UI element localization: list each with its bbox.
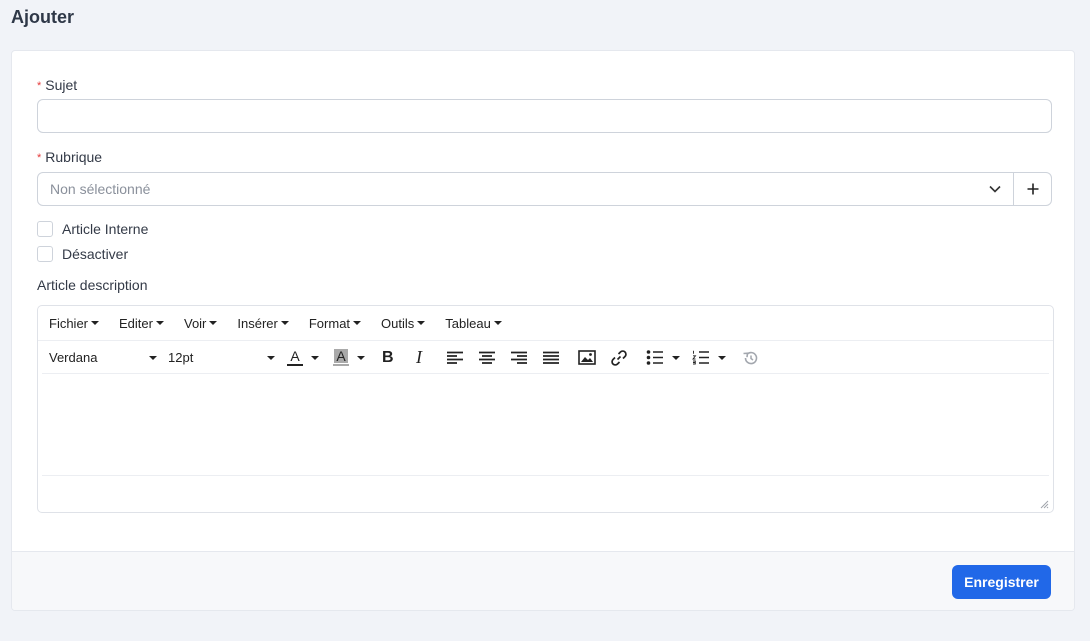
history-button[interactable]	[742, 341, 759, 374]
text-color-glyph: A	[290, 348, 300, 364]
align-center-icon	[479, 351, 495, 364]
bullet-list-icon	[646, 350, 663, 365]
font-size-select[interactable]: 12pt	[168, 341, 275, 374]
page-title: Ajouter	[11, 7, 74, 27]
article-interne-label: Article Interne	[62, 221, 149, 237]
rich-text-editor: Fichier Editer Voir Insérer Format Outil…	[37, 305, 1054, 513]
align-right-icon	[511, 351, 527, 364]
history-icon	[743, 351, 758, 364]
highlight-color-icon: A	[332, 349, 350, 366]
editor-statusbar	[42, 475, 1049, 511]
align-right-button[interactable]	[510, 341, 528, 374]
plus-icon	[1027, 183, 1038, 195]
highlight-glyph: A	[334, 348, 348, 364]
caret-down-icon	[357, 355, 365, 360]
menu-voir[interactable]: Voir	[183, 315, 218, 331]
insert-image-button[interactable]	[578, 341, 596, 374]
menu-label: Outils	[381, 315, 415, 331]
align-center-button[interactable]	[478, 341, 496, 374]
align-justify-icon	[543, 351, 559, 364]
editor-menubar: Fichier Editer Voir Insérer Format Outil…	[38, 306, 1053, 341]
menu-label: Insérer	[237, 315, 278, 331]
link-icon	[611, 349, 627, 366]
rubrique-selected-value: Non sélectionné	[50, 181, 151, 197]
description-label: Article description	[37, 277, 148, 293]
highlight-color-button[interactable]: A	[332, 341, 365, 374]
text-color-bar	[287, 364, 303, 366]
align-justify-button[interactable]	[542, 341, 560, 374]
menu-label: Format	[308, 315, 351, 331]
bold-button[interactable]: B	[382, 341, 394, 374]
caret-down-icon	[280, 321, 289, 325]
text-color-button[interactable]: A	[286, 341, 319, 374]
form-card: * Sujet * Rubrique Non sélectionné Article…	[11, 50, 1075, 611]
rubrique-label-text: Rubrique	[45, 149, 103, 165]
font-family-select[interactable]: Verdana	[49, 341, 157, 374]
subject-label: * Sujet	[37, 77, 77, 93]
article-interne-checkbox[interactable]	[37, 221, 53, 237]
caret-down-icon	[493, 321, 502, 325]
menu-editer[interactable]: Editer	[119, 316, 164, 331]
align-left-icon	[447, 351, 463, 364]
italic-icon: I	[416, 347, 422, 367]
caret-down-icon	[311, 355, 319, 360]
text-color-icon: A	[286, 349, 304, 366]
caret-down-icon	[718, 355, 726, 360]
caret-down-icon	[209, 321, 218, 325]
font-size-value: 12pt	[168, 350, 194, 365]
chevron-down-icon	[989, 185, 1001, 193]
rubrique-select[interactable]: Non sélectionné	[38, 173, 1014, 205]
form-footer: Enregistrer	[12, 551, 1074, 610]
caret-down-icon	[417, 321, 426, 325]
align-left-button[interactable]	[446, 341, 464, 374]
editor-content-area[interactable]	[38, 374, 1053, 475]
caret-down-icon	[267, 355, 275, 360]
checkbox-desactiver-row[interactable]: Désactiver	[37, 246, 128, 262]
menu-fichier[interactable]: Fichier	[49, 315, 100, 331]
menu-tableau[interactable]: Tableau	[445, 316, 502, 331]
menu-label: Tableau	[445, 315, 491, 331]
menu-label: Fichier	[49, 315, 89, 331]
rubrique-label: * Rubrique	[37, 149, 102, 165]
caret-down-icon	[353, 321, 362, 325]
desactiver-label: Désactiver	[62, 246, 129, 262]
subject-label-text: Sujet	[45, 77, 78, 93]
numbered-list-icon	[692, 350, 709, 365]
insert-link-button[interactable]	[610, 341, 628, 374]
required-mark: *	[37, 152, 42, 164]
editor-toolbar: Verdana 12pt A A B I	[42, 341, 1049, 374]
menu-label: Editer	[119, 315, 153, 331]
font-family-value: Verdana	[49, 350, 98, 365]
bold-icon: B	[382, 348, 394, 366]
menu-outils[interactable]: Outils	[381, 315, 426, 331]
numbered-list-button[interactable]	[692, 341, 726, 374]
caret-down-icon	[155, 321, 164, 325]
bullet-list-button[interactable]	[646, 341, 680, 374]
italic-button[interactable]: I	[416, 341, 422, 374]
caret-down-icon	[672, 355, 680, 360]
save-button[interactable]: Enregistrer	[952, 565, 1051, 599]
menu-label: Voir	[183, 315, 207, 331]
caret-down-icon	[91, 321, 100, 325]
menu-inserer[interactable]: Insérer	[237, 315, 289, 331]
add-rubrique-button[interactable]	[1014, 173, 1051, 205]
menu-format[interactable]: Format	[308, 315, 362, 331]
resize-handle-icon[interactable]	[1040, 500, 1049, 509]
highlight-color-bar	[333, 364, 349, 366]
image-icon	[578, 350, 596, 365]
rubrique-select-group: Non sélectionné	[37, 172, 1052, 206]
desactiver-checkbox[interactable]	[37, 246, 53, 262]
caret-down-icon	[149, 355, 157, 360]
checkbox-article-interne-row[interactable]: Article Interne	[37, 221, 148, 237]
required-mark: *	[37, 80, 42, 92]
subject-input[interactable]	[37, 99, 1052, 133]
